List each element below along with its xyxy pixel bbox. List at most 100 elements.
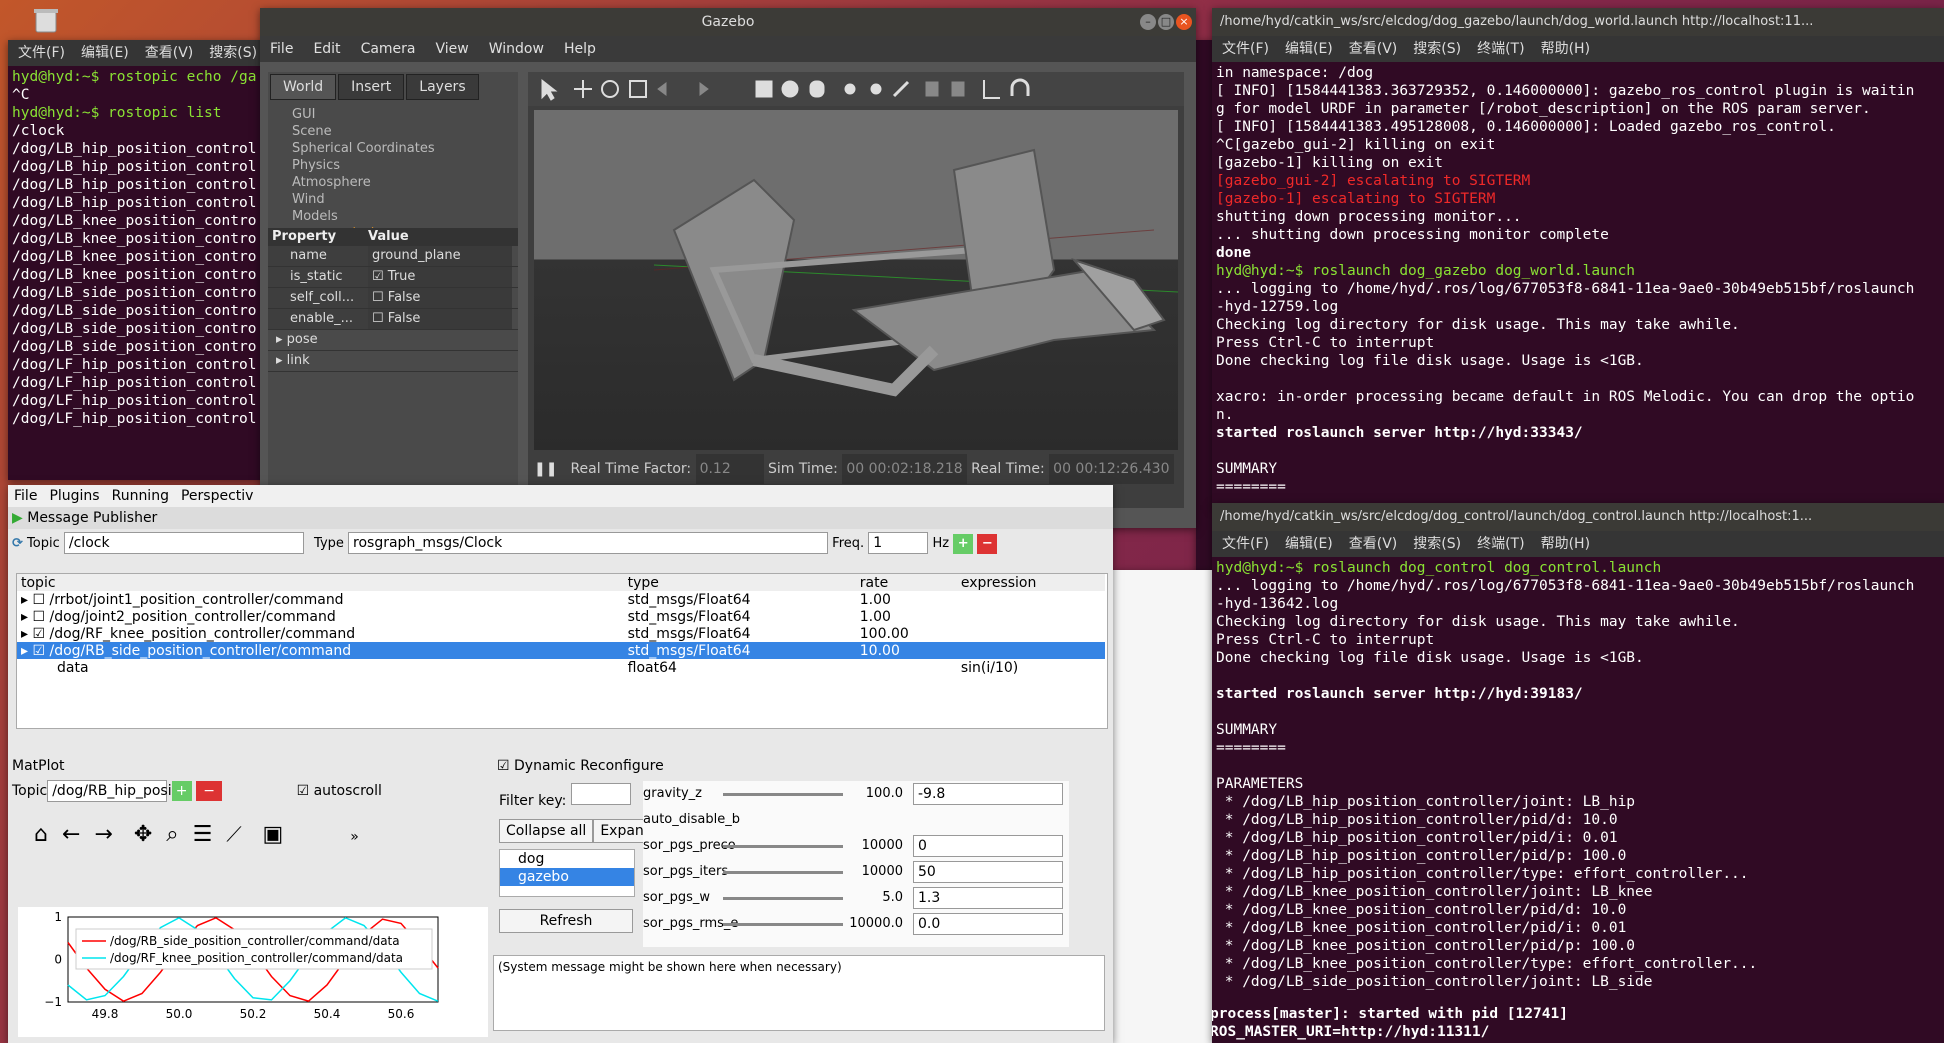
param-row[interactable]: sor_pgs_iters 10000 50 <box>643 859 1069 885</box>
terminal-window-left[interactable]: 文件(F) 编辑(E) 查看(V) 搜索(S) hyd@hyd:~$ rostopic… <box>8 40 270 480</box>
param-row[interactable]: gravity_z 100.0 -9.8 <box>643 781 1069 807</box>
property-value[interactable]: ☐ False <box>368 309 512 329</box>
gazebo-window[interactable]: Gazebo – □ × File Edit Camera View Window Hel… <box>260 8 1196 528</box>
row-checkbox[interactable]: ▸ ☐ <box>21 592 49 608</box>
menu-item[interactable]: 搜索(S) <box>1413 41 1461 57</box>
menu-item[interactable]: Camera <box>361 41 416 57</box>
column-type[interactable]: type <box>624 574 856 591</box>
property-value[interactable]: ground_plane <box>368 246 512 266</box>
matplot-topic-input[interactable]: /dog/RB_hip_positio <box>47 780 190 802</box>
configure-icon[interactable]: ☰ <box>193 822 213 847</box>
param-slider[interactable] <box>723 897 843 900</box>
menu-item[interactable]: 帮助(H) <box>1541 536 1590 552</box>
checkbox-unchecked[interactable]: ☐ <box>372 311 388 326</box>
param-row[interactable]: auto_disable_b <box>643 807 1069 833</box>
filter-input[interactable] <box>570 783 631 805</box>
menu-item[interactable]: File <box>270 41 293 57</box>
topic-combo[interactable]: /clock <box>63 532 304 554</box>
expander-pose[interactable]: ▸ pose <box>268 330 518 351</box>
menu-item[interactable]: Running <box>112 488 169 504</box>
freq-combo[interactable]: 1 <box>868 532 929 554</box>
param-row[interactable]: sor_pgs_w 5.0 1.3 <box>643 885 1069 911</box>
property-row[interactable]: name ground_plane <box>268 246 518 267</box>
param-value-input[interactable]: 0 <box>913 835 1063 857</box>
tab-insert[interactable]: Insert <box>338 74 405 100</box>
checkbox-checked[interactable]: ☑ <box>372 269 388 284</box>
pause-button[interactable]: ❚❚ <box>534 454 557 484</box>
rqt-window[interactable]: File Plugins Running Perspectiv ▶ Message P… <box>8 485 1113 1043</box>
table-row[interactable]: ▸ ☐ /rrbot/joint1_position_controller/co… <box>17 591 1105 608</box>
param-value-input[interactable]: -9.8 <box>913 783 1063 805</box>
add-topic-button[interactable]: + <box>171 781 192 801</box>
table-row[interactable]: data float64 sin(i/10) <box>17 659 1105 676</box>
checkbox-unchecked[interactable]: ☐ <box>372 290 388 305</box>
row-checkbox[interactable]: ▸ ☑ <box>21 626 49 642</box>
zoom-icon[interactable]: ⌕ <box>166 822 178 847</box>
render-panel[interactable]: ❚❚ Real Time Factor: 0.12 Sim Time: 00 0… <box>528 72 1184 508</box>
param-slider[interactable] <box>723 871 843 874</box>
property-table[interactable]: name ground_plane is_static ☑ True self_coll… <box>268 246 518 372</box>
menu-item[interactable]: 搜索(S) <box>1413 536 1461 552</box>
param-row[interactable]: sor_pgs_preco 10000 0 <box>643 833 1069 859</box>
tree-item[interactable]: Spherical Coordinates <box>292 140 518 157</box>
column-topic[interactable]: topic <box>17 574 624 591</box>
property-value[interactable]: ☐ False <box>368 288 512 308</box>
menu-item[interactable]: 查看(V) <box>1349 536 1398 552</box>
tab-world[interactable]: World <box>270 74 337 100</box>
publisher-table[interactable]: topic type rate expression ▸ ☐ /rrbot/joint1… <box>16 573 1108 729</box>
menu-item[interactable]: 查看(V) <box>145 45 194 61</box>
expression-cell[interactable] <box>957 625 1105 642</box>
menu-item[interactable]: Perspectiv <box>181 488 253 504</box>
remove-publisher-button[interactable]: − <box>977 534 998 554</box>
property-row[interactable]: enable_... ☐ False <box>268 309 518 330</box>
trash-icon[interactable] <box>30 6 62 34</box>
terminal-window-gazebo-launch[interactable]: /home/hyd/catkin_ws/src/elcdog/dog_gazeb… <box>1212 8 1944 508</box>
back-icon[interactable]: ← <box>62 822 80 847</box>
param-editor[interactable]: gravity_z 100.0 -9.8 auto_disable_b sor_pgs_… <box>643 781 1069 947</box>
tab-layers[interactable]: Layers <box>406 74 479 100</box>
menu-item[interactable]: Plugins <box>49 488 99 504</box>
type-combo[interactable]: rosgraph_msgs/Clock <box>348 532 829 554</box>
axes-icon[interactable]: ⟋ <box>226 822 241 847</box>
tree-item[interactable]: Wind <box>292 191 518 208</box>
param-slider[interactable] <box>723 845 843 848</box>
minimize-button[interactable]: – <box>1140 14 1156 30</box>
refresh-button[interactable]: Refresh <box>499 909 633 933</box>
menu-item[interactable]: 编辑(E) <box>81 45 129 61</box>
property-row[interactable]: self_coll... ☐ False <box>268 288 518 309</box>
table-row[interactable]: ▸ ☑ /dog/RB_side_position_controller/com… <box>17 642 1105 659</box>
menu-item[interactable]: 文件(F) <box>1222 536 1269 552</box>
property-row[interactable]: is_static ☑ True <box>268 267 518 288</box>
3d-scene-view[interactable] <box>534 110 1179 450</box>
row-checkbox[interactable]: ▸ ☑ <box>21 643 49 659</box>
param-value-input[interactable]: 0.0 <box>913 913 1063 935</box>
menu-item[interactable]: 编辑(E) <box>1285 536 1333 552</box>
plot-canvas[interactable]: 49.8 50.0 50.2 50.4 50.6 1 0 −1/dog/RB_side_pos… <box>18 907 488 1037</box>
collapse-all-button[interactable]: Collapse all <box>499 819 594 843</box>
close-button[interactable]: × <box>1176 14 1192 30</box>
world-tree[interactable]: GUI Scene Spherical Coordinates Physics Atmo… <box>268 100 518 228</box>
autoscroll-checkbox[interactable]: ☑ <box>297 783 310 799</box>
expression-cell[interactable] <box>957 642 1105 659</box>
menu-item[interactable]: 文件(F) <box>1222 41 1269 57</box>
terminal-output[interactable]: hyd@hyd:~$ roslaunch dog_control dog_con… <box>1212 557 1944 993</box>
remove-topic-button[interactable]: − <box>196 781 223 801</box>
node-tree[interactable]: dog gazebo <box>499 849 635 897</box>
param-value-input[interactable]: 1.3 <box>913 887 1063 909</box>
menu-item[interactable]: Help <box>564 41 596 57</box>
menu-item[interactable]: View <box>436 41 469 57</box>
tree-item[interactable]: Models <box>292 208 518 225</box>
terminal-output[interactable]: in namespace: /dog [ INFO] [1584441383.36… <box>1212 62 1944 498</box>
column-expression[interactable]: expression <box>957 574 1105 591</box>
pan-icon[interactable]: ✥ <box>134 822 152 847</box>
menu-item[interactable]: Window <box>489 41 544 57</box>
node-item[interactable]: gazebo <box>500 868 634 886</box>
add-publisher-button[interactable]: + <box>953 534 974 554</box>
table-row[interactable]: ▸ ☐ /dog/joint2_position_controller/comm… <box>17 608 1105 625</box>
property-value[interactable]: ☑ True <box>368 267 512 287</box>
expression-cell[interactable] <box>957 591 1105 608</box>
save-icon[interactable]: ▣ <box>263 822 284 847</box>
menu-item[interactable]: File <box>14 488 37 504</box>
param-value-input[interactable]: 50 <box>913 861 1063 883</box>
menu-item[interactable]: 搜索(S) <box>209 45 257 61</box>
